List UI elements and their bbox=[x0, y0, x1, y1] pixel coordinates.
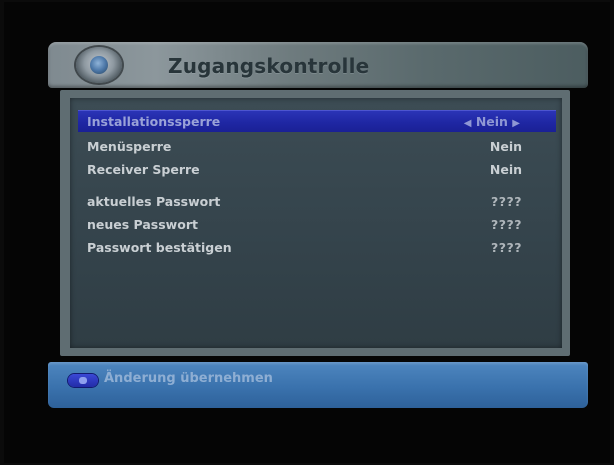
menu-item-label: Menüsperre bbox=[87, 139, 172, 154]
menu-item-label: Receiver Sperre bbox=[87, 162, 200, 177]
footer-hint-bar: Änderung übernehmen bbox=[48, 362, 588, 408]
menu-header: Zugangskontrolle bbox=[48, 42, 588, 88]
menu-item-installationssperre[interactable]: Installationssperre ◀ Nein ▶ bbox=[78, 110, 556, 132]
password-field[interactable]: ???? bbox=[491, 217, 522, 232]
option-value: Nein bbox=[489, 139, 522, 154]
menu-item-label: neues Passwort bbox=[87, 217, 198, 232]
menu-item-label: Installationssperre bbox=[87, 114, 221, 129]
arrow-left-icon[interactable]: ◀ bbox=[464, 118, 472, 129]
footer-hint-text: Änderung übernehmen bbox=[104, 371, 273, 386]
arrow-right-icon[interactable]: ▶ bbox=[512, 118, 520, 129]
menu-item-neues-passwort[interactable]: neues Passwort ???? bbox=[78, 213, 556, 235]
menu-item-menuesperre[interactable]: Menüsperre Nein bbox=[78, 135, 556, 157]
option-selector[interactable]: ◀ Nein ▶ bbox=[464, 114, 520, 129]
menu-item-receiver-sperre[interactable]: Receiver Sperre Nein bbox=[78, 158, 556, 180]
menu-item-label: Passwort bestätigen bbox=[87, 240, 232, 255]
ok-key-icon bbox=[68, 374, 98, 387]
page-title: Zugangskontrolle bbox=[168, 54, 370, 78]
menu-item-label: aktuelles Passwort bbox=[87, 194, 221, 209]
menu-item-aktuelles-passwort[interactable]: aktuelles Passwort ???? bbox=[78, 190, 556, 212]
option-value: Nein bbox=[475, 114, 508, 129]
password-field[interactable]: ???? bbox=[491, 240, 522, 255]
menu-item-passwort-bestaetigen[interactable]: Passwort bestätigen ???? bbox=[78, 236, 556, 258]
password-field[interactable]: ???? bbox=[491, 194, 522, 209]
disc-icon bbox=[76, 47, 122, 83]
option-value: Nein bbox=[489, 162, 522, 177]
